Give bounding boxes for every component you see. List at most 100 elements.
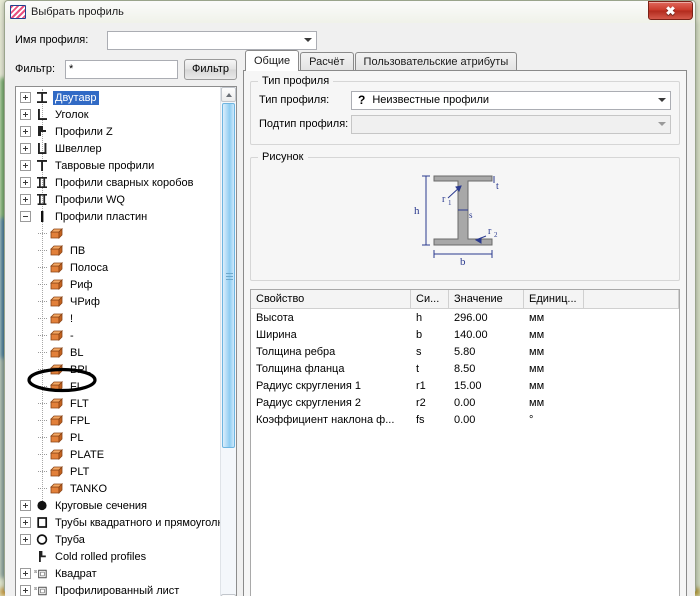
property-unit-cell: мм xyxy=(524,380,584,392)
table-row[interactable]: Толщина фланцаt8.50мм xyxy=(251,360,679,377)
tree-expander-plus[interactable] xyxy=(20,585,31,596)
scroll-grip-icon xyxy=(226,273,233,280)
svg-text:h: h xyxy=(414,205,420,217)
channel-icon xyxy=(34,142,49,155)
svg-text:1: 1 xyxy=(448,199,452,207)
tree-item[interactable]: PL xyxy=(16,429,220,446)
profile-subtype-combo[interactable] xyxy=(351,115,671,134)
tree-item[interactable]: Двутавр xyxy=(16,89,220,106)
property-value-cell: 5.80 xyxy=(449,346,524,358)
tree-item[interactable]: BPL xyxy=(16,361,220,378)
svg-text:S: S xyxy=(34,569,37,574)
tree-item-label: PL xyxy=(68,431,85,445)
tree-guide-line xyxy=(38,386,47,387)
box3d-icon xyxy=(49,296,64,308)
tree-item[interactable]: Труба xyxy=(16,531,220,548)
profile-type-group: Тип профиля Тип профиля: ? Неизвестные п… xyxy=(250,81,680,145)
filter-input[interactable]: * xyxy=(65,60,178,79)
tab-0[interactable]: Общие xyxy=(245,50,299,71)
property-table-header: СвойствоСи...ЗначениеЕдиниц... xyxy=(251,290,679,309)
table-row[interactable]: Высотаh296.00мм xyxy=(251,309,679,326)
property-table-header-cell[interactable]: Единиц... xyxy=(524,290,584,309)
vertical-scroll-track[interactable] xyxy=(222,449,235,594)
tree-item[interactable]: Риф xyxy=(16,276,220,293)
table-row[interactable]: Толщина ребраs5.80мм xyxy=(251,343,679,360)
tree-expander-plus[interactable] xyxy=(20,160,31,171)
scroll-up-button[interactable] xyxy=(221,87,236,102)
property-table-header-cell[interactable]: Си... xyxy=(411,290,449,309)
close-icon: ✖ xyxy=(665,5,675,17)
vertical-scroll-thumb[interactable] xyxy=(222,103,235,448)
tree-expander-plus[interactable] xyxy=(20,126,31,137)
tree-expander-plus[interactable] xyxy=(20,194,31,205)
tree-expander-plus[interactable] xyxy=(20,143,31,154)
tree-item-label: ! xyxy=(68,312,75,326)
tree-expander-plus[interactable] xyxy=(20,534,31,545)
tree-item[interactable]: Тавровые профили xyxy=(16,157,220,174)
tab-1[interactable]: Расчёт xyxy=(300,52,353,71)
property-table[interactable]: СвойствоСи...ЗначениеЕдиниц... Высотаh29… xyxy=(250,289,680,596)
property-unit-cell: мм xyxy=(524,397,584,409)
app-icon xyxy=(10,5,26,19)
tree-item[interactable]: Трубы квадратного и прямоуголного с xyxy=(16,514,220,531)
box3d-icon xyxy=(49,228,64,240)
property-name-cell: Радиус скругления 1 xyxy=(251,380,411,392)
profile-name-label: Имя профиля: xyxy=(15,34,107,46)
tree-guide-line xyxy=(38,369,47,370)
tree-item[interactable]: Уголок xyxy=(16,106,220,123)
select-profile-dialog: Выбрать профиль ✖ Имя профиля: Фильтр: *… xyxy=(4,0,696,592)
profile-type-combo[interactable]: ? Неизвестные профили xyxy=(351,91,671,110)
tree-item[interactable]: FL xyxy=(16,378,220,395)
tree-item-label: BPL xyxy=(68,363,93,377)
tree-item[interactable]: SПрофилированный лист xyxy=(16,582,220,596)
tree-item[interactable]: - xyxy=(16,327,220,344)
table-row[interactable]: Ширинаb140.00мм xyxy=(251,326,679,343)
tree-item[interactable]: Профили WQ xyxy=(16,191,220,208)
tree-expander-plus[interactable] xyxy=(20,177,31,188)
tree-item[interactable]: ЧРиф xyxy=(16,293,220,310)
tree-item[interactable]: PLT xyxy=(16,463,220,480)
tree-expander-plus[interactable] xyxy=(20,517,31,528)
tree-item[interactable]: Круговые сечения xyxy=(16,497,220,514)
close-button[interactable]: ✖ xyxy=(648,1,693,20)
box3d-icon xyxy=(49,415,64,427)
tree-item-label: Полоса xyxy=(68,261,110,275)
tree-item[interactable]: PLATE xyxy=(16,446,220,463)
tree-item[interactable]: Швеллер xyxy=(16,140,220,157)
table-row[interactable]: Радиус скругления 2r20.00мм xyxy=(251,394,679,411)
tree-expander-plus[interactable] xyxy=(20,109,31,120)
property-table-header-cell[interactable]: Свойство xyxy=(251,290,411,309)
tree-item[interactable]: Профили сварных коробов xyxy=(16,174,220,191)
tree-item[interactable]: Профили пластин xyxy=(16,208,220,225)
tree-item[interactable]: ! xyxy=(16,310,220,327)
tree-expander-plus[interactable] xyxy=(20,92,31,103)
tree-expander-plus[interactable] xyxy=(20,500,31,511)
table-row[interactable]: Коэффициент наклона ф...fs0.00° xyxy=(251,411,679,428)
tree-item[interactable]: FLT xyxy=(16,395,220,412)
tree-item[interactable]: Полоса xyxy=(16,259,220,276)
profile-tree-container: ДвутаврУголокПрофили ZШвеллерТавровые пр… xyxy=(15,86,237,596)
svg-text:2: 2 xyxy=(494,231,498,239)
profile-tree[interactable]: ДвутаврУголокПрофили ZШвеллерТавровые пр… xyxy=(16,87,220,596)
tree-item[interactable]: Профили Z xyxy=(16,123,220,140)
tree-item[interactable]: Cold rolled profiles xyxy=(16,548,220,565)
profile-name-combo[interactable] xyxy=(107,31,317,50)
tree-item-label: Риф xyxy=(68,278,95,292)
tree-item[interactable]: ПВ xyxy=(16,242,220,259)
tree-item[interactable]: TANKO xyxy=(16,480,220,497)
property-symbol-cell: r1 xyxy=(411,380,449,392)
tab-2[interactable]: Пользовательские атрибуты xyxy=(355,52,518,71)
tree-item[interactable]: SКвадрат xyxy=(16,565,220,582)
tab-bar[interactable]: ОбщиеРасчётПользовательские атрибуты xyxy=(243,51,687,71)
tree-expander-plus[interactable] xyxy=(20,568,31,579)
filter-button[interactable]: Фильтр xyxy=(184,59,237,80)
property-table-header-cell[interactable]: Значение xyxy=(449,290,524,309)
tree-item[interactable] xyxy=(16,225,220,242)
tree-vertical-scrollbar[interactable] xyxy=(220,87,236,596)
tree-item[interactable]: FPL xyxy=(16,412,220,429)
tree-expander-minus[interactable] xyxy=(20,211,31,222)
table-row[interactable]: Радиус скругления 1r115.00мм xyxy=(251,377,679,394)
z-profile-icon xyxy=(34,125,49,138)
tree-item[interactable]: BL xyxy=(16,344,220,361)
property-symbol-cell: s xyxy=(411,346,449,358)
